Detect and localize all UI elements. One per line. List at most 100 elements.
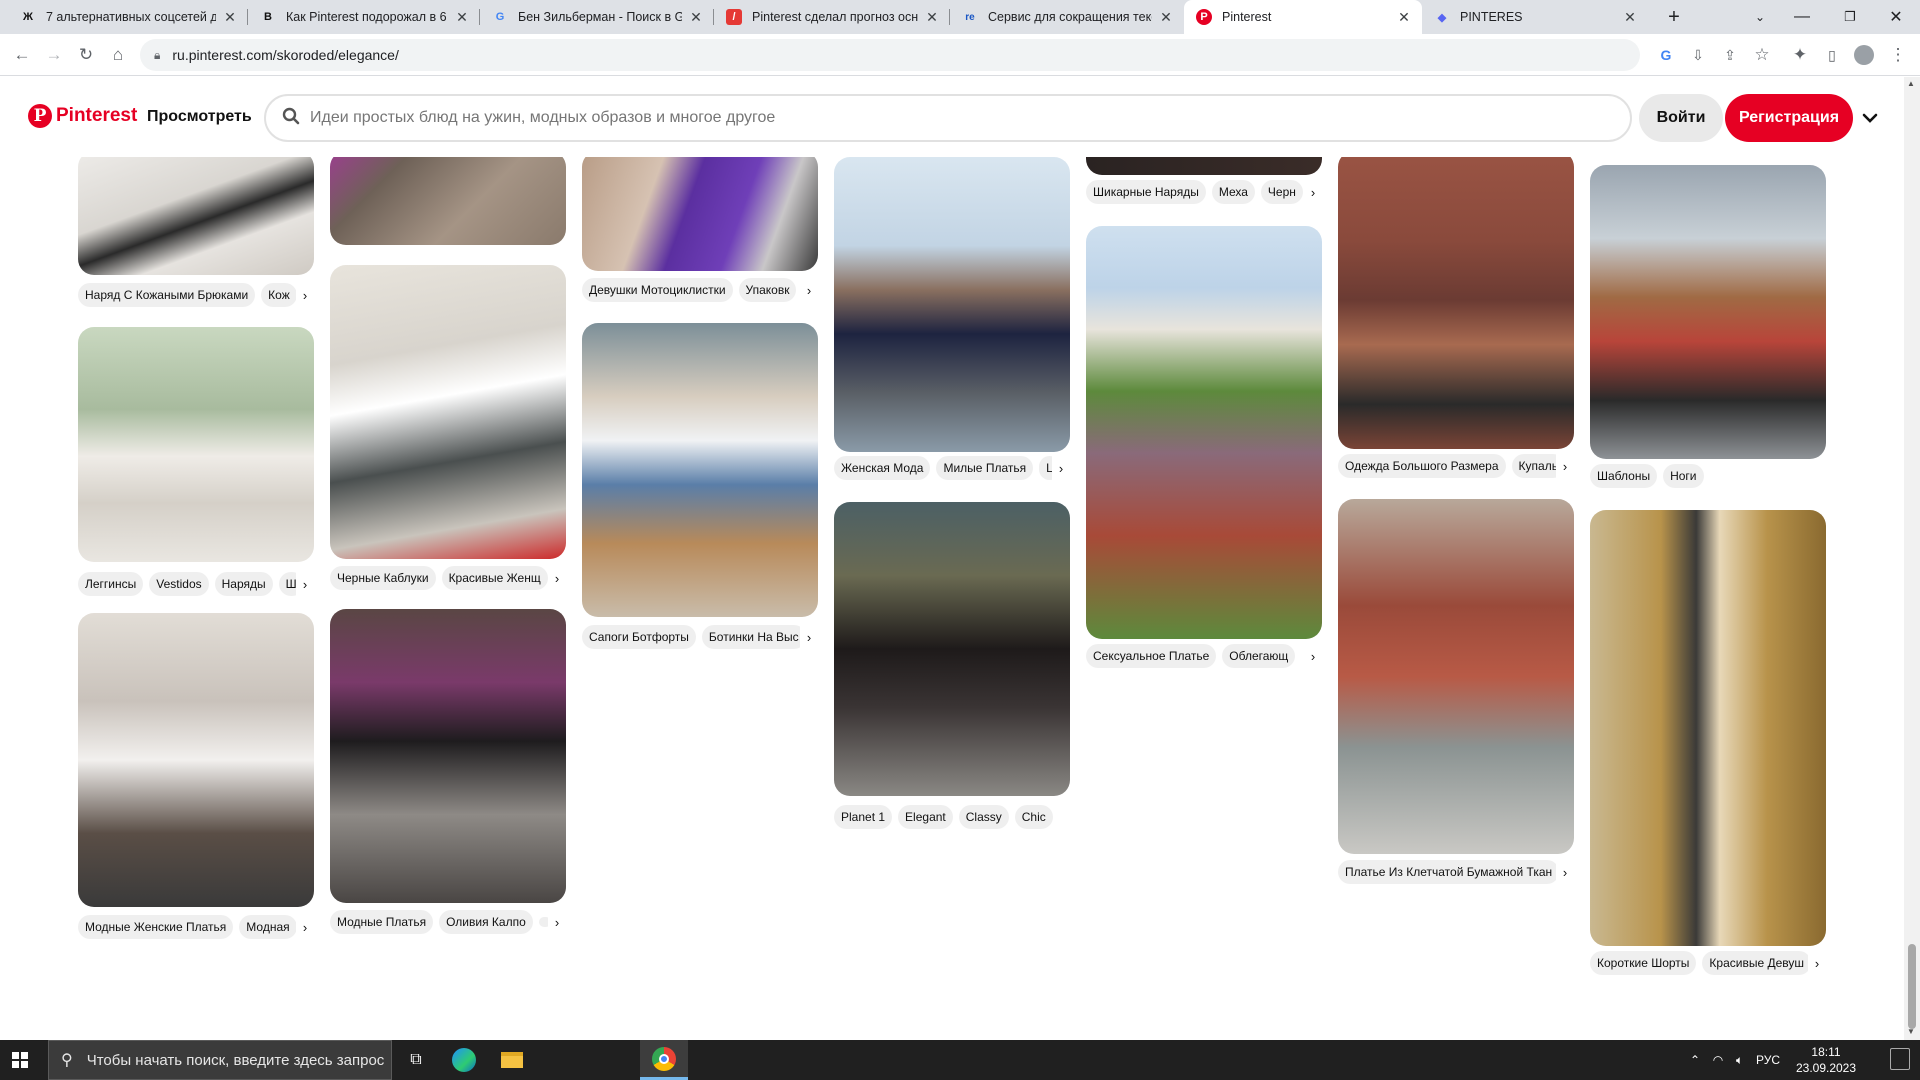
file-explorer-icon[interactable] — [488, 1040, 536, 1080]
tag-chip[interactable]: Красивые Девуш — [1702, 951, 1812, 975]
restore-button[interactable]: ❐ — [1830, 0, 1870, 34]
chrome-icon[interactable] — [640, 1040, 688, 1080]
tab-search-chevron-icon[interactable]: ⌄ — [1740, 0, 1780, 34]
pin-image[interactable] — [1086, 157, 1322, 175]
chevron-right-icon[interactable]: › — [1808, 950, 1826, 976]
tag-chip[interactable]: Модные Женские Платья — [78, 915, 234, 939]
chevron-right-icon[interactable]: › — [296, 914, 314, 940]
tag-chip[interactable]: Модные Платья — [330, 910, 434, 934]
chevron-right-icon[interactable]: › — [548, 565, 566, 591]
menu-dots-icon[interactable]: ⋮ — [1884, 41, 1912, 69]
chevron-right-icon[interactable]: › — [1052, 455, 1070, 481]
minimize-button[interactable]: — — [1782, 0, 1822, 34]
tag-chip[interactable]: Милые Платья — [936, 456, 1034, 480]
pin-image[interactable] — [1086, 226, 1322, 639]
tag-chip[interactable]: Короткие Шорты — [1590, 951, 1697, 975]
close-tab-icon[interactable]: ✕ — [222, 9, 238, 26]
close-tab-icon[interactable]: ✕ — [454, 9, 470, 26]
browser-tab[interactable]: B Как Pinterest подорожал в 6 р ✕ — [248, 0, 480, 34]
close-tab-icon[interactable]: ✕ — [1622, 9, 1638, 26]
tag-chip[interactable]: Наряд С Кожаными Брюками — [78, 283, 256, 307]
tag-chip[interactable]: Упаковк — [738, 278, 797, 302]
profile-avatar-icon[interactable] — [1850, 41, 1878, 69]
address-bar[interactable]: 🔒︎ ru.pinterest.com/skoroded/elegance/ — [140, 39, 1640, 71]
taskbar-clock[interactable]: 18:11 23.09.2023 — [1776, 1044, 1876, 1076]
chevron-right-icon[interactable]: › — [1556, 859, 1574, 885]
chevron-down-icon[interactable] — [1862, 107, 1878, 128]
pinterest-logo[interactable]: P Pinterest — [28, 104, 137, 128]
pin-image[interactable] — [330, 609, 566, 903]
pin-image[interactable] — [330, 157, 566, 245]
volume-icon[interactable]: 🔈︎ — [1736, 1053, 1743, 1068]
tag-chip[interactable]: Ботинки На Выс — [701, 625, 806, 649]
tag-chip[interactable]: Модная — [239, 915, 297, 939]
pin-image[interactable] — [330, 265, 566, 559]
share-icon[interactable]: ⇪ — [1716, 41, 1744, 69]
extensions-puzzle-icon[interactable]: ✦ — [1786, 41, 1814, 69]
tag-chip[interactable]: Chic — [1014, 805, 1053, 829]
browser-tab[interactable]: Ж 7 альтернативных соцсетей дл ✕ — [8, 0, 248, 34]
search-box[interactable] — [264, 94, 1632, 142]
forward-button[interactable]: → — [40, 41, 68, 69]
search-input[interactable] — [310, 109, 1630, 127]
chevron-right-icon[interactable]: › — [1304, 643, 1322, 669]
tag-chip[interactable]: Леггинсы — [78, 572, 144, 596]
tag-chip[interactable]: Облегающ — [1222, 644, 1296, 668]
chevron-right-icon[interactable]: › — [548, 909, 566, 935]
tag-chip[interactable]: Planet 1 — [834, 805, 893, 829]
bookmark-star-icon[interactable]: ☆ — [1748, 41, 1776, 69]
browser-tab[interactable]: re Сервис для сокращения текста ✕ — [950, 0, 1184, 34]
tag-chip[interactable]: Кож — [261, 283, 297, 307]
pin-image[interactable] — [582, 323, 818, 617]
tag-chip[interactable]: Одежда Большого Размера — [1338, 454, 1506, 478]
browser-tab[interactable]: G Бен Зильберман - Поиск в Goo ✕ — [480, 0, 714, 34]
new-tab-button[interactable]: + — [1654, 0, 1694, 34]
chevron-right-icon[interactable]: › — [296, 571, 314, 597]
pin-image[interactable] — [1338, 157, 1574, 449]
close-tab-icon[interactable]: ✕ — [924, 9, 940, 26]
tag-chip[interactable]: Classy — [958, 805, 1009, 829]
back-button[interactable]: ← — [8, 41, 36, 69]
google-lens-icon[interactable]: G — [1652, 41, 1680, 69]
browser-tab-active[interactable]: P Pinterest ✕ — [1184, 0, 1422, 34]
pin-image[interactable] — [834, 157, 1070, 452]
browser-tab[interactable]: ◆ PINTERES ✕ — [1422, 0, 1648, 34]
pin-image[interactable] — [1338, 499, 1574, 854]
scroll-up-arrow-icon[interactable]: ▲ — [1907, 79, 1915, 88]
tag-chip[interactable]: Черные Каблуки — [330, 566, 436, 590]
chevron-right-icon[interactable]: › — [800, 277, 818, 303]
tag-chip[interactable]: Платье Из Клетчатой Бумажной Ткан — [1338, 860, 1560, 884]
edge-browser-icon[interactable] — [440, 1040, 488, 1080]
close-window-button[interactable]: ✕ — [1876, 0, 1916, 34]
tag-chip[interactable]: Шикарные Наряды — [1086, 180, 1206, 204]
tag-chip[interactable]: Красивые Женщ — [441, 566, 548, 590]
pin-image[interactable] — [78, 157, 314, 275]
taskbar-search-box[interactable]: ⚲ Чтобы начать поиск, введите здесь запр… — [48, 1040, 392, 1080]
chevron-right-icon[interactable]: › — [296, 282, 314, 308]
pin-image[interactable] — [1590, 510, 1826, 946]
browser-tab[interactable]: / Pinterest сделал прогноз осно ✕ — [714, 0, 950, 34]
browse-link[interactable]: Просмотреть — [147, 108, 252, 126]
scroll-down-arrow-icon[interactable]: ▼ — [1907, 1027, 1915, 1036]
signup-button[interactable]: Регистрация — [1725, 94, 1853, 142]
tag-chip[interactable]: Черн — [1260, 180, 1303, 204]
tag-chip[interactable]: Ноги — [1663, 464, 1704, 488]
chevron-right-icon[interactable]: › — [1304, 179, 1322, 205]
close-tab-icon[interactable]: ✕ — [1396, 9, 1412, 26]
wifi-icon[interactable]: ◠ — [1713, 1053, 1723, 1067]
show-hidden-icons-chevron-icon[interactable]: ⌃ — [1690, 1053, 1700, 1067]
tag-chip[interactable]: Меха — [1211, 180, 1255, 204]
close-tab-icon[interactable]: ✕ — [688, 9, 704, 26]
pin-image[interactable] — [1590, 165, 1826, 459]
tag-chip[interactable]: Сапоги Ботфорты — [582, 625, 696, 649]
close-tab-icon[interactable]: ✕ — [1158, 9, 1174, 26]
pin-image[interactable] — [834, 502, 1070, 796]
reload-button[interactable]: ↻ — [72, 41, 100, 69]
notifications-icon[interactable] — [1890, 1048, 1910, 1070]
tag-chip[interactable]: Сексуальное Платье — [1086, 644, 1217, 668]
tag-chip[interactable]: Девушки Мотоциклистки — [582, 278, 733, 302]
pin-image[interactable] — [582, 157, 818, 271]
tag-chip[interactable]: Женская Мода — [834, 456, 931, 480]
tag-chip[interactable]: Шаблоны — [1590, 464, 1658, 488]
tag-chip[interactable]: Vestidos — [149, 572, 209, 596]
